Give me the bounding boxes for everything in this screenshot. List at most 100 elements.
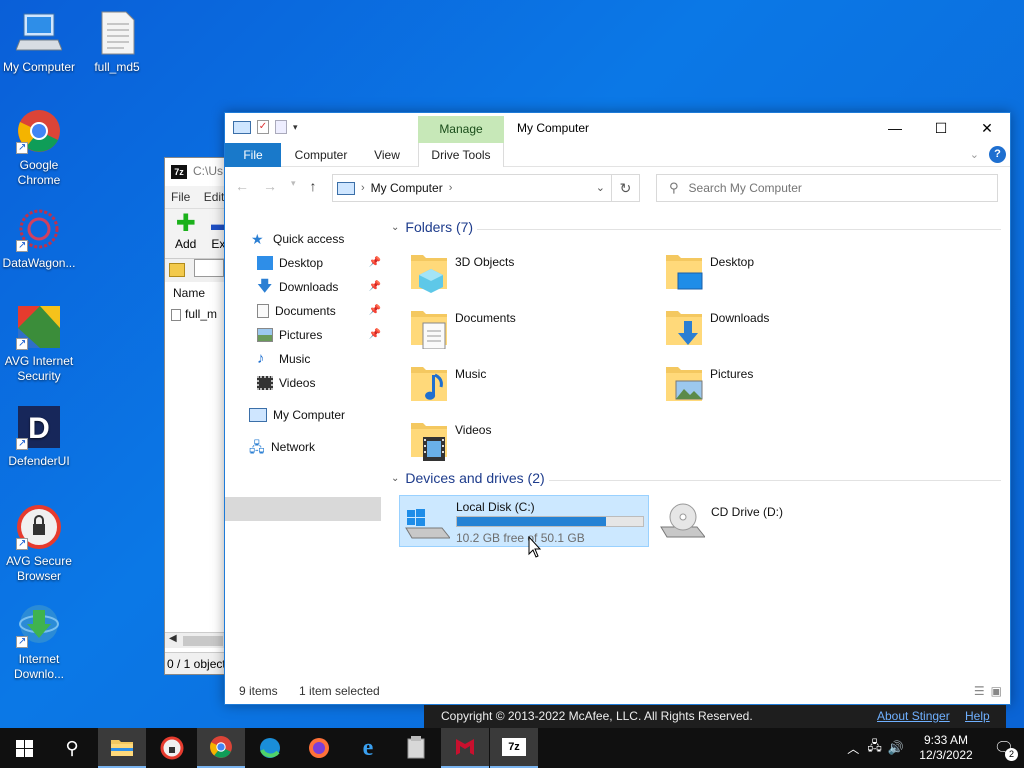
- nav-documents[interactable]: Documents 📌: [257, 300, 381, 322]
- desktop-icon-datawagon[interactable]: DataWagon...: [0, 206, 78, 271]
- volume-icon[interactable]: 🔊: [888, 740, 904, 756]
- help-link[interactable]: Help: [965, 709, 990, 723]
- taskbar-chrome[interactable]: [197, 728, 245, 768]
- nav-label: My Computer: [273, 408, 346, 422]
- chevron-down-icon[interactable]: ⌄: [596, 181, 605, 194]
- search-button[interactable]: ⚲: [48, 728, 96, 768]
- group-folders[interactable]: ⌄ Folders (7): [391, 219, 473, 235]
- details-view-icon[interactable]: ☰: [974, 684, 985, 698]
- search-box[interactable]: ⚲: [656, 174, 998, 202]
- explorer-titlebar[interactable]: ✓ ▾ Manage My Computer — ☐ ✕: [225, 113, 1010, 143]
- drive-local-disk-c[interactable]: Local Disk (C:) 10.2 GB free of 50.1 GB: [399, 495, 649, 547]
- tab-drive-tools[interactable]: Drive Tools: [418, 143, 504, 167]
- taskbar-internet-explorer[interactable]: e: [344, 728, 392, 768]
- scroll-left-icon[interactable]: ◀: [169, 633, 177, 644]
- nav-pictures[interactable]: Pictures 📌: [257, 324, 381, 346]
- address-bar[interactable]: › My Computer › ⌄ ↻: [332, 174, 640, 202]
- folder-downloads[interactable]: Downloads: [664, 305, 904, 355]
- pin-icon[interactable]: 📌: [369, 300, 381, 322]
- folder-up-icon[interactable]: [169, 263, 185, 277]
- desktop-icon-full-md5[interactable]: full_md5: [78, 10, 156, 75]
- tab-file[interactable]: File: [225, 143, 281, 167]
- nav-downloads[interactable]: 🡇 Downloads 📌: [257, 276, 381, 298]
- search-icon: ⚲: [65, 737, 79, 758]
- drive-cd-d[interactable]: CD Drive (D:): [655, 495, 905, 547]
- nav-quick-access[interactable]: ★ Quick access: [251, 228, 344, 250]
- network-status-icon[interactable]: 🖧: [867, 737, 882, 759]
- nav-network[interactable]: 🖧 Network: [249, 436, 315, 458]
- taskbar-edge[interactable]: [246, 728, 294, 768]
- scroll-thumb[interactable]: [183, 636, 223, 646]
- taskbar-avg-browser[interactable]: [148, 728, 196, 768]
- sevenzip-column-name[interactable]: Name: [165, 282, 233, 304]
- tab-view[interactable]: View: [361, 143, 413, 167]
- sevenzip-row[interactable]: full_m: [165, 304, 233, 321]
- taskbar-app[interactable]: [392, 728, 440, 768]
- nav-music[interactable]: ♪ Music: [257, 348, 310, 370]
- folder-videos[interactable]: Videos: [409, 417, 649, 467]
- folder-documents[interactable]: Documents: [409, 305, 649, 355]
- pin-icon[interactable]: 📌: [369, 276, 381, 298]
- start-button[interactable]: [0, 728, 48, 768]
- clock-time: 9:33 AM: [923, 733, 969, 747]
- desktop-icon-my-computer[interactable]: My Computer: [0, 10, 78, 75]
- clock[interactable]: 9:33 AM 12/3/2022: [908, 733, 984, 763]
- large-icons-view-icon[interactable]: ▣: [991, 684, 1002, 698]
- pin-icon[interactable]: 📌: [369, 324, 381, 346]
- sevenzip-titlebar[interactable]: 7z C:\Us: [165, 158, 233, 186]
- folder-music[interactable]: Music: [409, 361, 649, 411]
- nav-my-computer[interactable]: My Computer: [249, 404, 345, 426]
- hard-drive-icon: [405, 509, 450, 539]
- refresh-icon[interactable]: ↻: [611, 175, 639, 201]
- taskbar-firefox[interactable]: [295, 728, 343, 768]
- help-icon[interactable]: ?: [989, 146, 1006, 163]
- desktop-icon-avg-secure-browser[interactable]: AVG Secure Browser: [0, 504, 78, 584]
- pin-icon[interactable]: 📌: [369, 252, 381, 274]
- status-selected-count: 1 item selected: [299, 684, 380, 698]
- desktop-icon-google-chrome[interactable]: Google Chrome: [0, 108, 78, 188]
- search-input[interactable]: [688, 181, 969, 195]
- taskbar-7zip[interactable]: 7z: [490, 728, 538, 768]
- customize-qat-icon[interactable]: ▾: [293, 122, 298, 133]
- tab-computer[interactable]: Computer: [281, 143, 361, 167]
- window-title: My Computer: [517, 121, 590, 135]
- action-center-button[interactable]: 🗨 2: [984, 728, 1024, 768]
- about-stinger-link[interactable]: About Stinger: [877, 709, 950, 723]
- plus-icon: ✚: [175, 210, 196, 237]
- up-icon[interactable]: ↑: [310, 178, 317, 194]
- expand-ribbon-icon[interactable]: ⌄: [970, 148, 979, 161]
- drive-free-space: 10.2 GB free of 50.1 GB: [456, 531, 585, 545]
- sevenzip-menu-file[interactable]: File: [171, 190, 190, 204]
- sevenzip-menu-edit[interactable]: Edit: [204, 190, 225, 204]
- folder-pictures[interactable]: Pictures: [664, 361, 904, 411]
- sevenzip-path-bar[interactable]: [165, 258, 233, 282]
- minimize-button[interactable]: —: [872, 113, 918, 143]
- chevron-right-icon[interactable]: ›: [449, 182, 453, 194]
- nav-desktop[interactable]: Desktop 📌: [257, 252, 381, 274]
- new-folder-icon[interactable]: [275, 120, 287, 134]
- chevron-right-icon[interactable]: ›: [361, 182, 365, 194]
- properties-icon[interactable]: ✓: [257, 120, 269, 134]
- chevron-down-icon[interactable]: ⌄: [391, 222, 399, 233]
- sevenzip-add-button[interactable]: ✚ Add: [175, 210, 196, 252]
- back-icon[interactable]: ←: [235, 178, 249, 194]
- folder-3d-objects[interactable]: 3D Objects: [409, 249, 649, 299]
- taskbar-mcafee[interactable]: [441, 728, 489, 768]
- show-hidden-icons-icon[interactable]: ︿: [847, 740, 859, 757]
- close-button[interactable]: ✕: [964, 113, 1010, 143]
- forward-icon[interactable]: →: [263, 178, 277, 194]
- nav-videos[interactable]: Videos: [257, 372, 315, 394]
- folder-desktop[interactable]: Desktop: [664, 249, 904, 299]
- chevron-down-icon[interactable]: ⌄: [391, 473, 399, 484]
- sevenzip-horizontal-scrollbar[interactable]: ◀: [165, 632, 233, 648]
- desktop-icon-internet-download-manager[interactable]: Internet Downlo...: [0, 602, 78, 682]
- maximize-button[interactable]: ☐: [918, 113, 964, 143]
- sevenzip-path-input[interactable]: [194, 259, 225, 277]
- desktop-icon-defenderui[interactable]: D DefenderUI: [0, 404, 78, 469]
- windows-logo-icon: [15, 739, 33, 757]
- explorer-window[interactable]: ✓ ▾ Manage My Computer — ☐ ✕ File Comput…: [224, 112, 1011, 705]
- recent-locations-icon[interactable]: ▾: [291, 178, 296, 194]
- taskbar-file-explorer[interactable]: [98, 728, 146, 768]
- desktop-icon-avg-internet-security[interactable]: AVG Internet Security: [0, 304, 78, 384]
- group-devices-drives[interactable]: ⌄ Devices and drives (2): [391, 470, 545, 486]
